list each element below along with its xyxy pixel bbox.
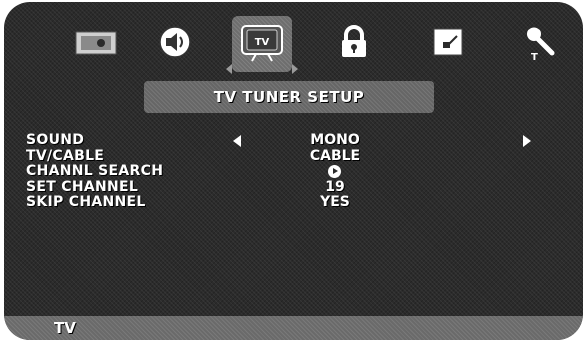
menu-value-set-channel: 19 bbox=[325, 178, 345, 195]
menu-row-tv-cable[interactable]: TV/CABLE CABLE bbox=[26, 147, 566, 165]
menu-row-channel-search[interactable]: CHANNL SEARCH bbox=[26, 164, 566, 180]
menu-row-sound[interactable]: SOUND MONO bbox=[26, 133, 566, 149]
tab-scroll-left-icon bbox=[226, 64, 232, 74]
page-title: TV TUNER SETUP bbox=[213, 88, 365, 106]
menu-value-skip-channel: YES bbox=[320, 194, 350, 210]
osd-screen: TV T TV TUNER SETUP SOUND MONO TV/CABLE … bbox=[4, 2, 583, 340]
menu-label-tv-cable: TV/CABLE bbox=[26, 147, 105, 164]
tab-tools[interactable]: T bbox=[508, 16, 568, 72]
menu-row-skip-channel[interactable]: SKIP CHANNEL YES bbox=[26, 195, 566, 211]
footer-bar: TV bbox=[4, 316, 583, 340]
menu-label-skip-channel: SKIP CHANNEL bbox=[26, 194, 146, 210]
menu-value-tv-cable: CABLE bbox=[309, 147, 361, 164]
menu-label-sound: SOUND bbox=[26, 132, 85, 148]
footer-source-label: TV bbox=[54, 319, 76, 337]
menu-icon-bar: TV T bbox=[4, 2, 583, 82]
menu-row-set-channel[interactable]: SET CHANNEL 19 bbox=[26, 178, 566, 196]
tab-sound[interactable] bbox=[145, 16, 205, 72]
lock-icon bbox=[338, 25, 370, 63]
sound-icon bbox=[157, 25, 193, 63]
tools-icon-label: T bbox=[531, 52, 538, 63]
tab-picture[interactable] bbox=[66, 16, 126, 72]
play-icon[interactable] bbox=[328, 165, 341, 178]
tab-lock[interactable] bbox=[324, 16, 384, 72]
menu-label-set-channel: SET CHANNEL bbox=[26, 178, 139, 195]
setup-icon bbox=[431, 26, 465, 62]
tab-setup[interactable] bbox=[418, 16, 478, 72]
menu-label-channel-search: CHANNL SEARCH bbox=[26, 163, 164, 179]
menu-value-sound: MONO bbox=[310, 132, 360, 148]
tv-icon: TV bbox=[238, 21, 286, 67]
picture-icon bbox=[73, 27, 119, 61]
arrow-right-icon[interactable] bbox=[523, 135, 531, 147]
tab-scroll-right-icon bbox=[292, 64, 298, 74]
tools-icon: T bbox=[516, 20, 560, 68]
tv-icon-label: TV bbox=[255, 37, 270, 48]
tuner-setup-menu: SOUND MONO TV/CABLE CABLE CHANNL SEARCH … bbox=[26, 133, 566, 211]
arrow-left-icon[interactable] bbox=[233, 135, 241, 147]
menu-title-bar: TV TUNER SETUP bbox=[144, 81, 434, 113]
tab-tv[interactable]: TV bbox=[226, 16, 298, 74]
